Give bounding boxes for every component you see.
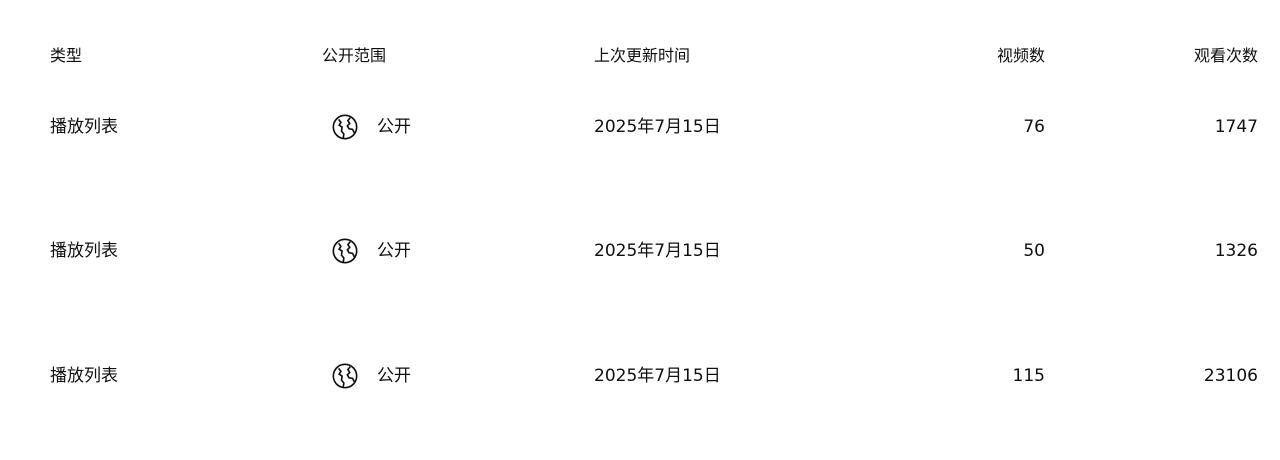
row-last-updated: 2025年7月15日 (594, 241, 721, 261)
table-row[interactable]: 播放列表 公开 2025年7月15日 76 1747 (0, 107, 1280, 147)
table-row[interactable]: 播放列表 公开 2025年7月15日 115 23106 (0, 356, 1280, 396)
row-video-count: 50 (1023, 241, 1045, 261)
column-header-visibility[interactable]: 公开范围 (322, 36, 386, 76)
row-visibility: 公开 (331, 356, 411, 396)
row-view-count: 1326 (1214, 241, 1258, 261)
row-view-count: 23106 (1203, 366, 1258, 386)
row-visibility-label: 公开 (377, 241, 411, 261)
playlist-table: 类型 公开范围 上次更新时间 视频数 观看次数 播放列表 公开 2025年7月1… (0, 0, 1280, 460)
row-visibility: 公开 (331, 231, 411, 271)
row-video-count: 76 (1023, 117, 1045, 137)
globe-icon (331, 362, 359, 390)
row-visibility-label: 公开 (377, 117, 411, 137)
row-last-updated: 2025年7月15日 (594, 366, 721, 386)
row-video-count: 115 (1012, 366, 1045, 386)
row-visibility-label: 公开 (377, 366, 411, 386)
row-type: 播放列表 (50, 241, 118, 261)
globe-icon (331, 237, 359, 265)
column-header-type[interactable]: 类型 (50, 36, 82, 76)
row-view-count: 1747 (1214, 117, 1258, 137)
row-visibility: 公开 (331, 107, 411, 147)
globe-icon (331, 113, 359, 141)
row-last-updated: 2025年7月15日 (594, 117, 721, 137)
column-header-last-updated[interactable]: 上次更新时间 (594, 36, 690, 76)
table-header-row: 类型 公开范围 上次更新时间 视频数 观看次数 (0, 36, 1280, 76)
row-type: 播放列表 (50, 366, 118, 386)
row-type: 播放列表 (50, 117, 118, 137)
table-row[interactable]: 播放列表 公开 2025年7月15日 50 1326 (0, 231, 1280, 271)
column-header-view-count[interactable]: 观看次数 (1194, 36, 1258, 76)
column-header-video-count[interactable]: 视频数 (997, 36, 1045, 76)
